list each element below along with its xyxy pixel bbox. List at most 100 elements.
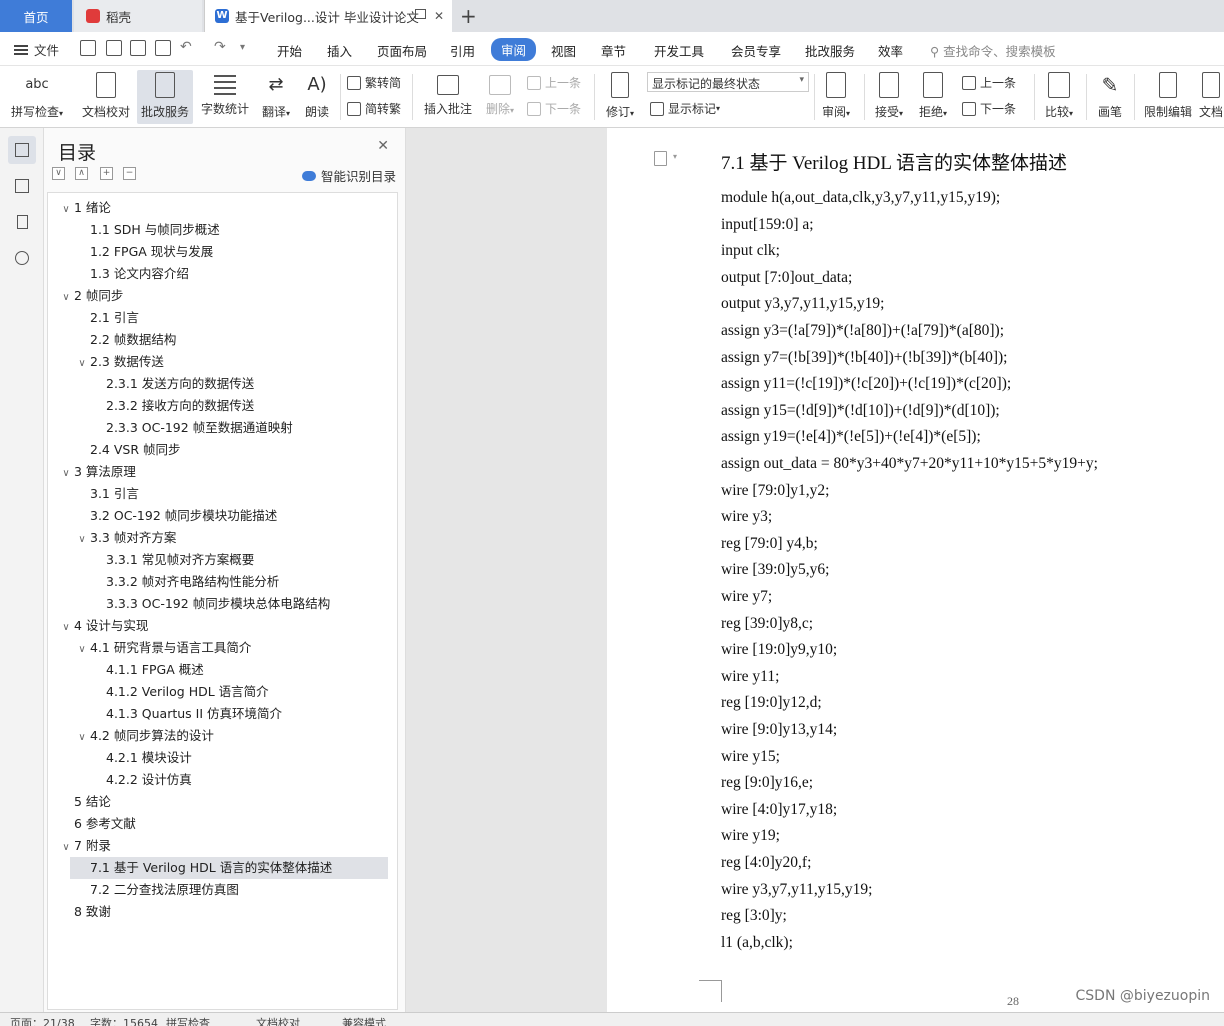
tab-document[interactable]: W 基于Verilog...设计 毕业设计论文 ✕ <box>204 0 452 32</box>
menu-start[interactable]: 开始 <box>277 41 302 60</box>
word-count-button[interactable]: 字数统计 <box>198 70 252 124</box>
reject-button[interactable]: 拒绝▾ <box>914 70 952 124</box>
prev-change-button[interactable]: 上一条 <box>962 74 1016 91</box>
markup-state-select[interactable]: 显示标记的最终状态 ▾ <box>647 72 809 92</box>
toc-item[interactable]: 2.1 引言 <box>48 307 139 329</box>
toc-item[interactable]: 4.2.2 设计仿真 <box>48 769 192 791</box>
menu-page-layout[interactable]: 页面布局 <box>377 41 427 60</box>
smart-toc-button[interactable]: 智能识别目录 <box>302 166 396 185</box>
export-icon[interactable] <box>106 40 122 56</box>
toc-item[interactable]: 2.3.2 接收方向的数据传送 <box>48 395 254 417</box>
expand-up-icon[interactable]: ∧ <box>75 167 88 180</box>
page-options-icon[interactable] <box>654 151 667 166</box>
menu-efficiency[interactable]: 效率 <box>878 41 903 60</box>
toc-item[interactable]: ∨ 2.3 数据传送 <box>48 351 164 373</box>
print-preview-icon[interactable] <box>155 40 171 56</box>
accept-button[interactable]: 接受▾ <box>870 70 908 124</box>
toc-item[interactable]: 1.1 SDH 与帧同步概述 <box>48 219 220 241</box>
toc-item[interactable]: 4.1.3 Quartus II 仿真环境简介 <box>48 703 282 725</box>
close-tab-icon[interactable]: ✕ <box>434 9 444 23</box>
restrict-edit-button[interactable]: 限制编辑 <box>1140 70 1196 124</box>
menu-chapter[interactable]: 章节 <box>601 41 626 60</box>
chevron-down-icon[interactable]: ∨ <box>58 463 74 485</box>
toc-item[interactable]: 6 参考文献 <box>48 813 136 835</box>
tab-daoke[interactable]: 稻壳 <box>74 0 202 32</box>
menu-member[interactable]: 会员专享 <box>731 41 781 60</box>
chevron-down-icon[interactable]: ∨ <box>58 199 74 221</box>
add-heading-icon[interactable]: + <box>100 167 113 180</box>
pen-button[interactable]: ✎ 画笔 <box>1092 70 1128 124</box>
doc-rights-button[interactable]: 文档 <box>1198 70 1224 124</box>
menu-review-service[interactable]: 批改服务 <box>805 41 855 60</box>
command-search[interactable]: ⚲ 查找命令、搜索模板 <box>930 41 1056 60</box>
print-icon[interactable] <box>130 40 146 56</box>
toc-item[interactable]: 3.1 引言 <box>48 483 139 505</box>
tab-home[interactable]: 首页 <box>0 0 72 32</box>
menu-view[interactable]: 视图 <box>551 41 576 60</box>
toc-item[interactable]: 2.3.1 发送方向的数据传送 <box>48 373 254 395</box>
trad-to-simp-button[interactable]: 繁转简 <box>347 74 401 91</box>
new-tab-button[interactable]: + <box>460 4 477 28</box>
status-page[interactable]: 页面：21/38 <box>10 1015 75 1026</box>
spellcheck-button[interactable]: abc 拼写检查▾ <box>8 70 66 124</box>
toc-item[interactable]: 4.2.1 模块设计 <box>48 747 192 769</box>
toc-item[interactable]: ∨ 2 帧同步 <box>48 285 123 307</box>
toc-item[interactable]: 2.4 VSR 帧同步 <box>48 439 181 461</box>
close-icon[interactable]: ✕ <box>377 138 389 154</box>
toc-item[interactable]: 4.1.1 FPGA 概述 <box>48 659 204 681</box>
toc-item[interactable]: 1.3 论文内容介绍 <box>48 263 189 285</box>
read-aloud-button[interactable]: A) 朗读 <box>300 70 334 124</box>
status-words[interactable]: 字数：15654 <box>90 1015 158 1026</box>
menu-review[interactable]: 审阅 <box>491 38 537 61</box>
toc-item[interactable]: ∨ 3 算法原理 <box>48 461 136 483</box>
review-service-button[interactable]: 批改服务 <box>137 70 193 124</box>
menu-insert[interactable]: 插入 <box>327 41 352 60</box>
track-changes-button[interactable]: 修订▾ <box>600 70 640 124</box>
bookmark-button[interactable] <box>8 208 36 236</box>
redo-icon[interactable]: ↷ <box>214 39 226 55</box>
find-button[interactable] <box>8 244 36 272</box>
toc-panel-button[interactable] <box>8 136 36 164</box>
prev-comment-button[interactable]: 上一条 <box>527 74 581 91</box>
toc-item[interactable]: 3.2 OC-192 帧同步模块功能描述 <box>48 505 277 527</box>
toc-item[interactable]: ∨ 1 绪论 <box>48 197 111 219</box>
next-comment-button[interactable]: 下一条 <box>527 100 581 117</box>
compare-button[interactable]: 比较▾ <box>1040 70 1078 124</box>
review-pane-button[interactable]: 审阅▾ <box>818 70 854 124</box>
insert-comment-button[interactable]: 插入批注 <box>420 70 476 124</box>
remove-heading-icon[interactable]: − <box>123 167 136 180</box>
chevron-down-icon[interactable]: ∨ <box>58 287 74 309</box>
chevron-down-icon[interactable]: ∨ <box>74 353 90 375</box>
quick-access-dropdown-icon[interactable]: ▾ <box>240 42 245 53</box>
toc-item[interactable]: ∨ 7 附录 <box>48 835 111 857</box>
chevron-down-icon[interactable]: ∨ <box>74 639 90 661</box>
menu-references[interactable]: 引用 <box>450 41 475 60</box>
monitor-icon[interactable] <box>415 9 426 19</box>
status-doccheck[interactable]: 文档校对 <box>256 1015 300 1026</box>
toc-item[interactable]: ∨ 4.1 研究背景与语言工具简介 <box>48 637 251 659</box>
file-menu[interactable]: 文件 <box>14 40 59 59</box>
toc-item[interactable]: ∨ 4.2 帧同步算法的设计 <box>48 725 214 747</box>
simp-to-trad-button[interactable]: 简转繁 <box>347 100 401 117</box>
show-markup-button[interactable]: 显示标记 ▾ <box>650 100 720 117</box>
toc-item[interactable]: 3.3.1 常见帧对齐方案概要 <box>48 549 254 571</box>
toc-item[interactable]: ∨ 4 设计与实现 <box>48 615 148 637</box>
toc-item[interactable]: 4.1.2 Verilog HDL 语言简介 <box>48 681 269 703</box>
toc-item[interactable]: 3.3.3 OC-192 帧同步模块总体电路结构 <box>48 593 330 615</box>
undo-icon[interactable]: ↶ <box>180 39 192 55</box>
toc-item[interactable]: 8 致谢 <box>48 901 111 923</box>
next-change-button[interactable]: 下一条 <box>962 100 1016 117</box>
menu-developer[interactable]: 开发工具 <box>654 41 704 60</box>
chevron-down-icon[interactable]: ∨ <box>58 837 74 859</box>
toc-item[interactable]: 2.2 帧数据结构 <box>48 329 176 351</box>
chevron-down-icon[interactable]: ▾ <box>673 152 677 161</box>
toc-item[interactable]: 3.3.2 帧对齐电路结构性能分析 <box>48 571 279 593</box>
status-spellcheck[interactable]: 拼写检查 <box>166 1015 210 1026</box>
toc-item[interactable]: 7.1 基于 Verilog HDL 语言的实体整体描述 <box>70 857 388 879</box>
chapter-nav-button[interactable] <box>8 172 36 200</box>
doc-check-button[interactable]: 文档校对 <box>76 70 136 124</box>
toc-item[interactable]: ∨ 3.3 帧对齐方案 <box>48 527 176 549</box>
toc-item[interactable]: 2.3.3 OC-192 帧至数据通道映射 <box>48 417 293 439</box>
save-icon[interactable] <box>80 40 96 56</box>
chevron-down-icon[interactable]: ∨ <box>74 529 90 551</box>
